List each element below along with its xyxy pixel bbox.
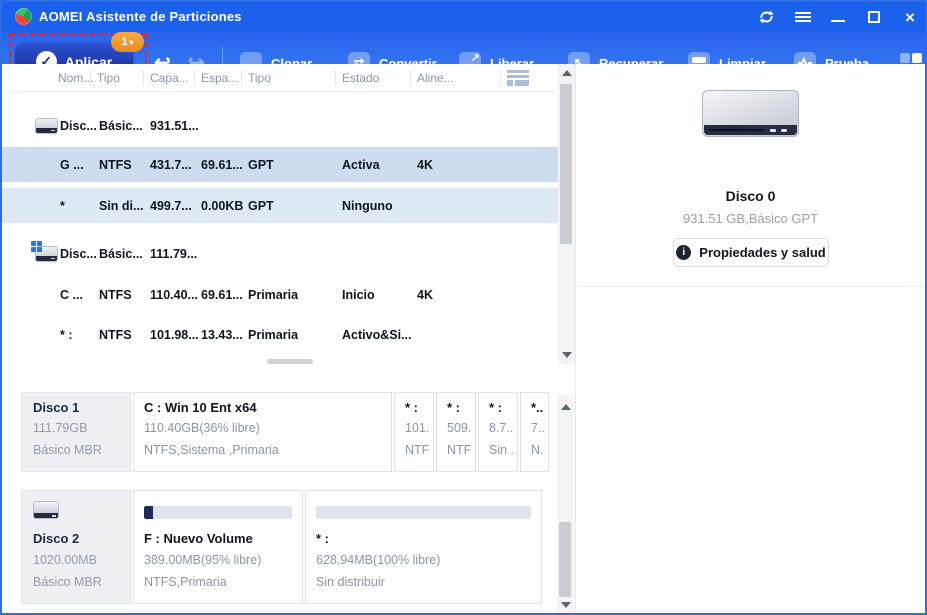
maximize-button[interactable] xyxy=(862,6,886,28)
disk2-unallocated[interactable]: * : 628.94MB(100% libre) Sin distribuir xyxy=(305,490,542,604)
app-logo-icon xyxy=(15,8,32,25)
system-hdd-icon xyxy=(31,240,58,262)
app-window: AOMEI Asistente de Particiones × ✓ Aplic… xyxy=(0,0,927,615)
window-title: AOMEI Asistente de Particiones xyxy=(39,9,242,24)
col-capacidad[interactable]: Capa... xyxy=(150,71,189,85)
hdd-icon xyxy=(35,117,58,134)
menu-icon[interactable] xyxy=(791,6,815,28)
col-alineacion[interactable]: Aline... xyxy=(417,71,454,85)
detail-disk-name: Disco 0 xyxy=(725,188,776,204)
hdd-large-icon xyxy=(702,90,799,137)
info-icon: i xyxy=(676,245,692,260)
disk1-partition-small-4[interactable]: *... 7.. N... xyxy=(520,392,549,472)
col-nombre[interactable]: Nom... xyxy=(58,71,93,85)
table-row-partition-g[interactable]: G ... NTFS 431.7... 69.61... GPT Activa … xyxy=(2,147,558,182)
list-view-icon[interactable] xyxy=(507,70,529,86)
titlebar: AOMEI Asistente de Particiones × xyxy=(2,2,925,32)
table-row-unallocated-disk0[interactable]: * Sin di... 499.7... 0.00KB GPT Ninguno xyxy=(2,188,558,223)
partition-table: Nom... Tipo Capa... Espa... Tipo Estado … xyxy=(2,64,575,364)
col-tipo-tabla[interactable]: Tipo xyxy=(248,71,271,85)
hdd-icon xyxy=(33,501,59,519)
disk2-label[interactable]: Disco 2 1020.00MB Básico MBR xyxy=(21,490,131,604)
col-espacio[interactable]: Espa... xyxy=(201,71,238,85)
scroll-up-arrow[interactable] xyxy=(562,70,572,76)
overview-scrollbar[interactable] xyxy=(557,394,574,613)
disk1-partition-small-2[interactable]: * : 509.... NTF... xyxy=(436,392,476,472)
scroll-thumb[interactable] xyxy=(560,84,572,244)
chevron-down-icon: ▾ xyxy=(129,37,134,47)
table-row-disk1[interactable]: Disc... Básic... 111.79... xyxy=(2,236,558,271)
capacity-bar xyxy=(144,506,292,519)
table-scrollbar[interactable] xyxy=(558,64,575,364)
disk-detail-panel: Disco 0 931.51 GB,Básico GPT i Propiedad… xyxy=(576,64,925,555)
scroll-thumb[interactable] xyxy=(559,522,571,597)
scroll-down-arrow[interactable] xyxy=(561,602,571,608)
disk-overview: Disco 1 111.79GB Básico MBR C : Win 10 E… xyxy=(2,364,575,613)
detail-disk-meta: 931.51 GB,Básico GPT xyxy=(682,211,819,226)
disk2-partition-f[interactable]: F : Nuevo Volume 389.00MB(95% libre) NTF… xyxy=(133,490,303,604)
scroll-down-arrow[interactable] xyxy=(562,352,572,358)
pending-operations-badge[interactable]: 1 ▾ xyxy=(111,32,144,52)
capacity-bar xyxy=(316,506,531,519)
properties-health-button[interactable]: i Propiedades y salud xyxy=(673,238,829,267)
disk1-label[interactable]: Disco 1 111.79GB Básico MBR xyxy=(21,392,131,472)
table-row-disk0[interactable]: Disc... Básic... 931.51... xyxy=(2,108,558,143)
disk1-partition-small-3[interactable]: * : 8.7... Sin ... xyxy=(478,392,518,472)
table-row-partition-c[interactable]: C ... NTFS 110.40... 69.61... Primaria I… xyxy=(2,277,558,312)
refresh-icon[interactable] xyxy=(754,6,778,28)
table-row-partition-recovery[interactable]: * : NTFS 101.98... 13.43... Primaria Act… xyxy=(2,317,558,352)
close-button[interactable]: × xyxy=(898,6,922,28)
disk1-partition-c[interactable]: C : Win 10 Ent x64 110.40GB(36% libre) N… xyxy=(133,392,392,472)
col-tipo-fs[interactable]: Tipo xyxy=(97,71,120,85)
col-estado[interactable]: Estado xyxy=(342,71,379,85)
disk1-partition-small-1[interactable]: * : 101.... NTF... xyxy=(394,392,434,472)
table-header: Nom... Tipo Capa... Espa... Tipo Estado … xyxy=(2,64,574,92)
detail-divider xyxy=(578,286,925,287)
minimize-button[interactable] xyxy=(826,6,850,28)
windows-logo-icon xyxy=(31,240,44,254)
scroll-up-arrow[interactable] xyxy=(561,404,571,410)
